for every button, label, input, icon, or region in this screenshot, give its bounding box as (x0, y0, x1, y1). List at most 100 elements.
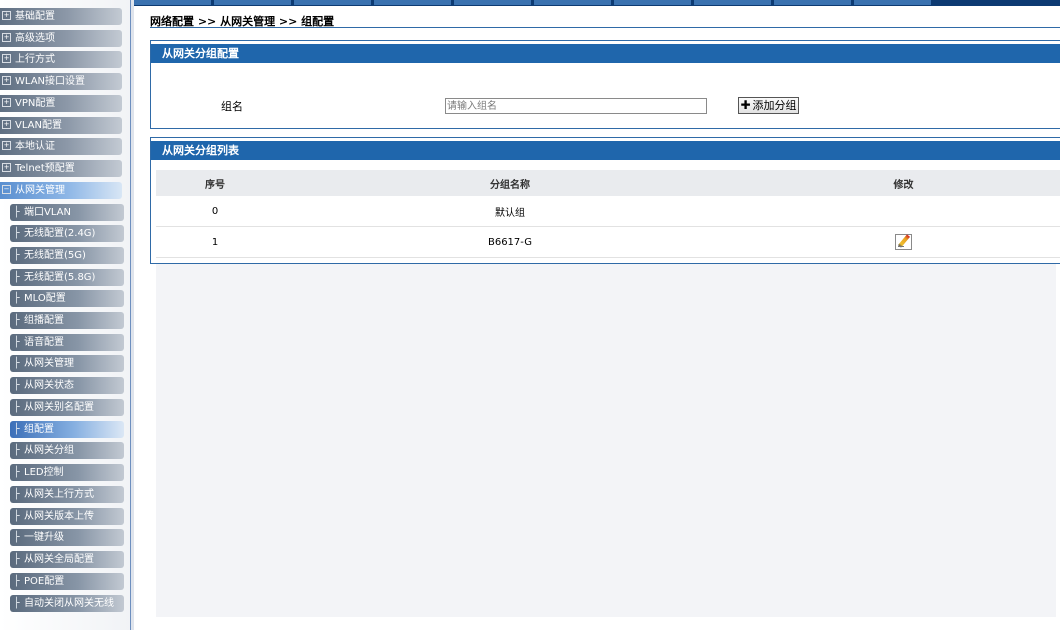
row-index: 1 (156, 226, 274, 258)
tree-branch-icon: ├ (13, 337, 20, 348)
sub-item-label: 端口VLAN (24, 207, 71, 218)
group-list-panel: 从网关分组列表 序号 分组名称 修改 0 默认组 1 B6617-G (150, 137, 1060, 264)
tree-branch-icon: ├ (13, 554, 20, 565)
top-tab[interactable] (614, 0, 691, 5)
tree-branch-icon: ├ (13, 467, 20, 478)
top-tab[interactable] (854, 0, 931, 5)
edit-pencil-icon[interactable] (895, 234, 912, 250)
group-list-table: 序号 分组名称 修改 0 默认组 1 B6617-G (156, 170, 1060, 258)
sub-item-port-vlan[interactable]: ├ 端口VLAN (10, 204, 124, 221)
menu-item-telnet-preconfig[interactable]: + Telnet预配置 (0, 160, 122, 177)
tree-branch-icon: ├ (13, 380, 20, 391)
breadcrumb-divider (150, 27, 1060, 28)
table-row: 0 默认组 (156, 196, 1060, 227)
sub-item-slave-uplink-mode[interactable]: ├ 从网关上行方式 (10, 486, 124, 503)
group-name-label: 组名 (221, 100, 243, 113)
sub-item-one-click-upgrade[interactable]: ├ 一键升级 (10, 529, 124, 546)
sub-item-label: 从网关管理 (24, 358, 74, 369)
sub-item-label: 从网关全局配置 (24, 554, 94, 565)
top-tab[interactable] (774, 0, 851, 5)
top-tab[interactable] (374, 0, 451, 5)
row-group-name: 默认组 (274, 196, 746, 227)
tree-branch-icon: ├ (13, 511, 20, 522)
plus-icon: ✚ (740, 98, 751, 112)
menu-item-uplink-mode[interactable]: + 上行方式 (0, 51, 122, 68)
group-name-input[interactable] (445, 98, 707, 114)
sub-item-led-control[interactable]: ├ LED控制 (10, 464, 124, 481)
sub-item-label: 一键升级 (24, 532, 64, 543)
sub-item-mlo-config[interactable]: ├ MLO配置 (10, 290, 124, 307)
expand-plus-icon: + (2, 162, 11, 172)
tree-branch-icon: ├ (13, 250, 20, 261)
top-tab[interactable] (454, 0, 531, 5)
top-tab[interactable] (294, 0, 371, 5)
sidebar-menu: + 基础配置 + 高级选项 + 上行方式 + WLAN接口设置 + VPN配置 + VLAN… (0, 0, 131, 630)
sub-item-label: 从网关版本上传 (24, 511, 94, 522)
tree-branch-icon: ├ (13, 293, 20, 304)
group-config-title: 从网关分组配置 (151, 41, 1060, 63)
sub-item-group-config[interactable]: ├ 组配置 (10, 421, 124, 438)
expand-plus-icon: + (2, 140, 11, 150)
menu-item-label: 基础配置 (15, 11, 55, 22)
column-header-edit: 修改 (746, 170, 1060, 196)
add-group-button[interactable]: ✚ 添加分组 (738, 97, 799, 114)
sidebar-divider (131, 0, 134, 630)
menu-item-wlan-interface[interactable]: + WLAN接口设置 (0, 73, 122, 90)
table-row: 1 B6617-G (156, 226, 1060, 258)
menu-item-vlan-config[interactable]: + VLAN配置 (0, 117, 122, 134)
collapse-minus-icon: − (2, 184, 11, 194)
expand-plus-icon: + (2, 75, 11, 85)
sub-item-wireless-58g[interactable]: ├ 无线配置(5.8G) (10, 269, 124, 286)
sub-item-wireless-5g[interactable]: ├ 无线配置(5G) (10, 247, 124, 264)
menu-item-label: VPN配置 (15, 98, 56, 109)
sub-item-slave-gateway-alias[interactable]: ├ 从网关别名配置 (10, 399, 124, 416)
tree-branch-icon: ├ (13, 228, 20, 239)
sub-item-global-config[interactable]: ├ 从网关全局配置 (10, 551, 124, 568)
expand-plus-icon: + (2, 32, 11, 42)
expand-plus-icon: + (2, 10, 11, 20)
sub-item-label: 组配置 (24, 424, 54, 435)
content-background (156, 264, 1056, 617)
sub-item-voice-config[interactable]: ├ 语音配置 (10, 334, 124, 351)
sub-item-label: 从网关别名配置 (24, 402, 94, 413)
pencil-line (898, 246, 904, 247)
menu-item-label: VLAN配置 (15, 120, 62, 131)
sub-item-firmware-upload[interactable]: ├ 从网关版本上传 (10, 508, 124, 525)
menu-item-slave-gateway-mgmt[interactable]: − 从网关管理 (0, 182, 122, 199)
menu-item-vpn-config[interactable]: + VPN配置 (0, 95, 122, 112)
row-edit-cell (746, 226, 1060, 258)
tree-branch-icon: ├ (13, 532, 20, 543)
sub-item-multicast-config[interactable]: ├ 组播配置 (10, 312, 124, 329)
menu-item-basic-config[interactable]: + 基础配置 (0, 8, 122, 25)
sub-item-slave-gateway-mgmt[interactable]: ├ 从网关管理 (10, 355, 124, 372)
tree-branch-icon: ├ (13, 272, 20, 283)
expand-plus-icon: + (2, 97, 11, 107)
column-header-group-name: 分组名称 (274, 170, 746, 196)
top-tab[interactable] (134, 0, 211, 5)
sub-item-wireless-2g[interactable]: ├ 无线配置(2.4G) (10, 225, 124, 242)
menu-item-label: 上行方式 (15, 54, 55, 65)
sub-item-label: 组播配置 (24, 315, 64, 326)
sub-item-label: 从网关分组 (24, 445, 74, 456)
top-tab[interactable] (534, 0, 611, 5)
top-tab[interactable] (694, 0, 771, 5)
top-nav-strip (134, 0, 1060, 6)
menu-item-advanced-options[interactable]: + 高级选项 (0, 30, 122, 47)
sub-item-label: POE配置 (24, 576, 65, 587)
group-list-title: 从网关分组列表 (151, 138, 1060, 160)
tree-branch-icon: ├ (13, 445, 20, 456)
sub-item-slave-gateway-grouping[interactable]: ├ 从网关分组 (10, 442, 124, 459)
group-config-panel: 从网关分组配置 组名 ✚添加分组 (150, 40, 1060, 129)
sub-item-auto-disable-wireless[interactable]: ├ 自动关闭从网关无线 (10, 595, 124, 612)
sub-item-poe-config[interactable]: ├ POE配置 (10, 573, 124, 590)
row-edit-cell (746, 196, 1060, 227)
sub-item-slave-gateway-status[interactable]: ├ 从网关状态 (10, 377, 124, 394)
top-tab[interactable] (214, 0, 291, 5)
menu-item-label: Telnet预配置 (15, 163, 75, 174)
sub-item-label: LED控制 (24, 467, 64, 478)
tree-branch-icon: ├ (13, 424, 20, 435)
menu-item-local-auth[interactable]: + 本地认证 (0, 138, 122, 155)
sub-item-label: 从网关状态 (24, 380, 74, 391)
row-group-name: B6617-G (274, 226, 746, 258)
column-header-index: 序号 (156, 170, 274, 196)
